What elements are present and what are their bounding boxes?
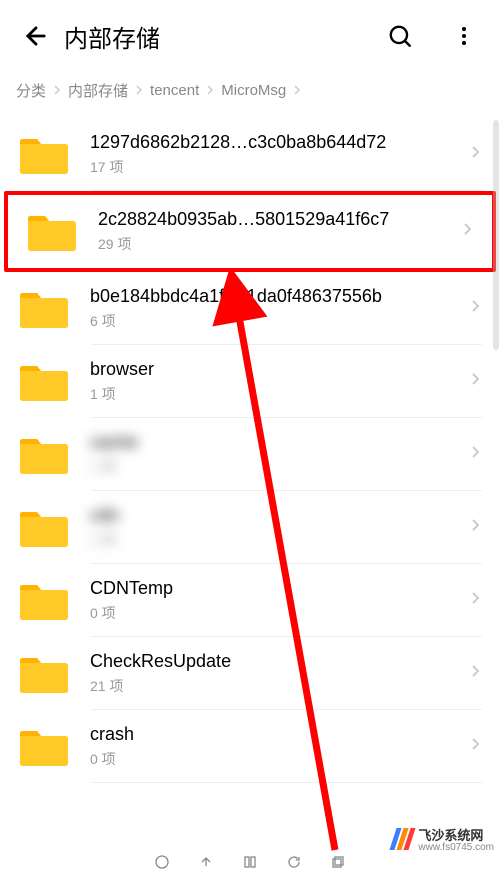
breadcrumb-segment[interactable]: tencent	[150, 82, 199, 99]
folder-icon	[18, 507, 70, 549]
folder-row-content: 1297d6862b2128…c3c0ba8b644d72 17 项	[90, 132, 460, 177]
folder-row[interactable]: browser 1 项	[0, 345, 500, 418]
watermark: 飞沙系统网 www.fs0745.com	[393, 825, 494, 853]
folder-name: cdn	[90, 505, 460, 526]
folder-name: cache	[90, 432, 460, 453]
arrow-left-icon	[22, 22, 50, 50]
toolbar-columns-icon[interactable]	[242, 854, 258, 870]
header-actions	[380, 16, 484, 56]
folder-name: browser	[90, 359, 460, 380]
search-button[interactable]	[380, 16, 420, 56]
more-vertical-icon	[452, 24, 476, 48]
search-icon	[387, 23, 413, 49]
folder-list[interactable]: 1297d6862b2128…c3c0ba8b644d72 17 项 2c28824…	[0, 118, 500, 783]
folder-name: b0e184bbdc4a1ff…1da0f48637556b	[90, 286, 460, 307]
chevron-right-icon	[134, 82, 144, 99]
bottom-toolbar	[0, 851, 500, 875]
folder-row-content: CheckResUpdate 21 项	[90, 651, 460, 696]
toolbar-layers-icon[interactable]	[330, 854, 346, 870]
folder-icon	[18, 580, 70, 622]
folder-icon	[18, 653, 70, 695]
folder-row-content: browser 1 项	[90, 359, 460, 404]
chevron-right-icon	[205, 82, 215, 99]
chevron-right-icon	[468, 445, 482, 464]
folder-row-content: 2c28824b0935ab…5801529a41f6c7 29 项	[98, 209, 452, 254]
app-header: 内部存储	[0, 0, 500, 72]
folder-icon	[18, 434, 70, 476]
folder-name: crash	[90, 724, 460, 745]
watermark-logo-icon	[393, 828, 414, 850]
page-title: 内部存储	[64, 19, 380, 54]
folder-item-count: 1 项	[90, 457, 460, 477]
folder-icon	[26, 211, 78, 253]
folder-name: 2c28824b0935ab…5801529a41f6c7	[98, 209, 452, 230]
folder-row-content: cache 1 项	[90, 432, 460, 477]
folder-icon	[18, 288, 70, 330]
toolbar-circle-icon[interactable]	[154, 854, 170, 870]
back-button[interactable]	[16, 16, 56, 56]
breadcrumb: 分类 内部存储 tencent MicroMsg	[0, 72, 500, 118]
chevron-right-icon	[460, 222, 474, 241]
chevron-right-icon	[468, 145, 482, 164]
folder-item-count: 1 项	[90, 530, 460, 550]
folder-row[interactable]: 1297d6862b2128…c3c0ba8b644d72 17 项	[0, 118, 500, 191]
folder-item-count: 0 项	[90, 749, 460, 769]
toolbar-share-icon[interactable]	[198, 854, 214, 870]
folder-item-count: 29 项	[98, 234, 452, 254]
chevron-right-icon	[468, 737, 482, 756]
folder-item-count: 17 项	[90, 157, 460, 177]
folder-row-content: b0e184bbdc4a1ff…1da0f48637556b 6 项	[90, 286, 460, 331]
folder-row-content: cdn 1 项	[90, 505, 460, 550]
chevron-right-icon	[52, 82, 62, 99]
folder-row-content: CDNTemp 0 项	[90, 578, 460, 623]
folder-row[interactable]: CDNTemp 0 项	[0, 564, 500, 637]
scrollbar[interactable]	[493, 120, 499, 350]
chevron-right-icon	[292, 82, 302, 99]
folder-item-count: 1 项	[90, 384, 460, 404]
folder-icon	[18, 134, 70, 176]
folder-row-content: crash 0 项	[90, 724, 460, 769]
folder-icon	[18, 361, 70, 403]
chevron-right-icon	[468, 372, 482, 391]
folder-item-count: 0 项	[90, 603, 460, 623]
folder-name: CDNTemp	[90, 578, 460, 599]
more-menu-button[interactable]	[444, 16, 484, 56]
folder-name: 1297d6862b2128…c3c0ba8b644d72	[90, 132, 460, 153]
breadcrumb-segment[interactable]: 内部存储	[68, 80, 128, 101]
chevron-right-icon	[468, 664, 482, 683]
folder-row[interactable]: CheckResUpdate 21 项	[0, 637, 500, 710]
folder-row[interactable]: 2c28824b0935ab…5801529a41f6c7 29 项	[4, 191, 496, 272]
chevron-right-icon	[468, 299, 482, 318]
folder-icon	[18, 726, 70, 768]
folder-row[interactable]: cdn 1 项	[0, 491, 500, 564]
chevron-right-icon	[468, 518, 482, 537]
folder-row[interactable]: b0e184bbdc4a1ff…1da0f48637556b 6 项	[0, 272, 500, 345]
folder-row[interactable]: crash 0 项	[0, 710, 500, 783]
breadcrumb-segment[interactable]: MicroMsg	[221, 82, 286, 99]
chevron-right-icon	[468, 591, 482, 610]
toolbar-refresh-icon[interactable]	[286, 854, 302, 870]
folder-name: CheckResUpdate	[90, 651, 460, 672]
folder-item-count: 21 项	[90, 676, 460, 696]
breadcrumb-segment[interactable]: 分类	[16, 80, 46, 101]
folder-row[interactable]: cache 1 项	[0, 418, 500, 491]
folder-item-count: 6 项	[90, 311, 460, 331]
divider	[92, 782, 482, 783]
